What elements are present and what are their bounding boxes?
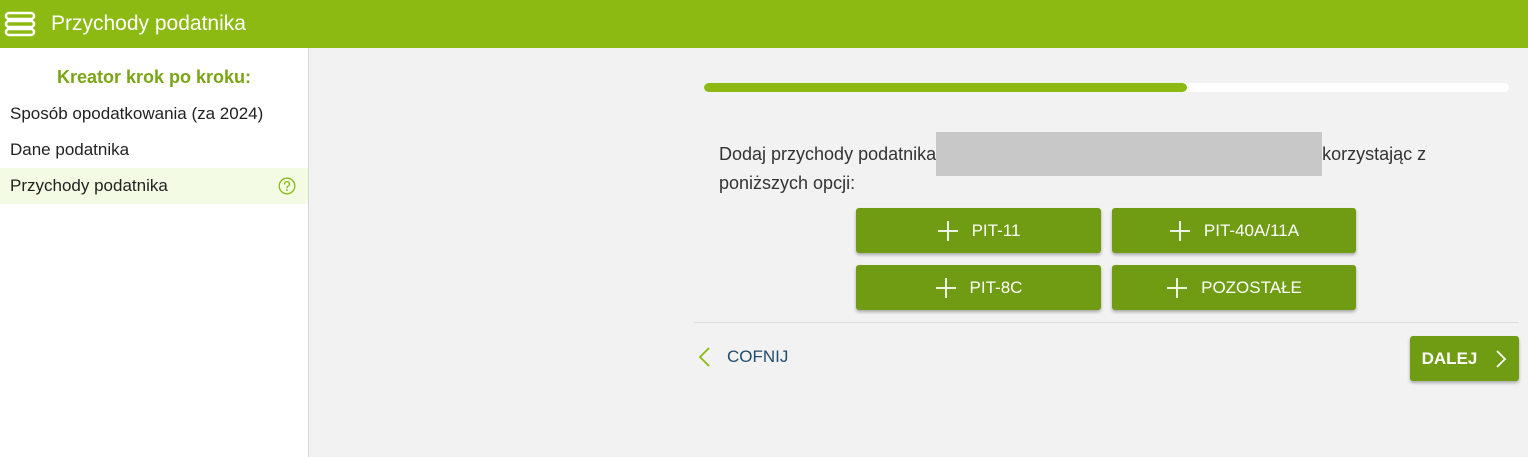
sidebar-heading: Kreator krok po kroku: — [56, 67, 252, 87]
add-pit-40a-11a-button[interactable]: PIT-40A/11A — [1112, 208, 1356, 253]
sidebar-item-label: Dane podatnika — [10, 140, 130, 159]
sidebar-item-przychody-podatnika[interactable]: Przychody podatnika — [0, 168, 308, 204]
page-title: Przychody podatnika — [51, 12, 246, 35]
sidebar-item-label: Sposób opodatkowania (za 2024) — [10, 104, 264, 123]
chevron-left-icon — [698, 347, 710, 367]
sidebar-item-dane-podatnika[interactable]: Dane podatnika — [0, 132, 308, 168]
progress-fill — [704, 83, 1187, 92]
app-header: Przychody podatnika — [0, 0, 1528, 48]
plus-icon — [935, 277, 956, 298]
button-label: PIT-11 — [971, 220, 1021, 240]
main-content: Dodaj przychody podatnika korzystając z p… — [309, 48, 1528, 457]
back-label: COFNIJ — [727, 347, 789, 366]
add-pit-8c-button[interactable]: PIT-8C — [856, 265, 1101, 310]
button-label: POZOSTAŁE — [1201, 277, 1302, 297]
add-pit-11-button[interactable]: PIT-11 — [856, 208, 1101, 253]
sidebar-item-label: Przychody podatnika — [10, 176, 168, 195]
instruction-text-start: Dodaj przychody podatnika — [719, 144, 937, 164]
plus-icon — [1167, 277, 1188, 298]
back-button[interactable]: COFNIJ — [697, 346, 788, 368]
button-label: PIT-40A/11A — [1203, 220, 1300, 240]
next-label: DALEJ — [1421, 348, 1478, 368]
add-pozostale-button[interactable]: POZOSTAŁE — [1112, 265, 1356, 310]
chevron-right-icon — [1496, 349, 1507, 368]
plus-icon — [1169, 220, 1190, 241]
next-button[interactable]: DALEJ — [1410, 336, 1519, 381]
divider — [694, 322, 1519, 323]
progress-bar — [704, 83, 1509, 92]
help-icon[interactable] — [278, 177, 296, 195]
redacted-taxpayer-name — [936, 132, 1323, 177]
button-label: PIT-8C — [969, 277, 1023, 297]
sidebar-item-sposob-opodatkowania[interactable]: Sposób opodatkowania (za 2024) — [0, 96, 308, 132]
instruction-text: Dodaj przychody podatnika korzystając z p… — [719, 132, 1479, 198]
sidebar: Kreator krok po kroku: Sposób opodatkowa… — [0, 48, 309, 457]
plus-icon — [937, 220, 958, 241]
menu-icon[interactable] — [3, 7, 37, 41]
